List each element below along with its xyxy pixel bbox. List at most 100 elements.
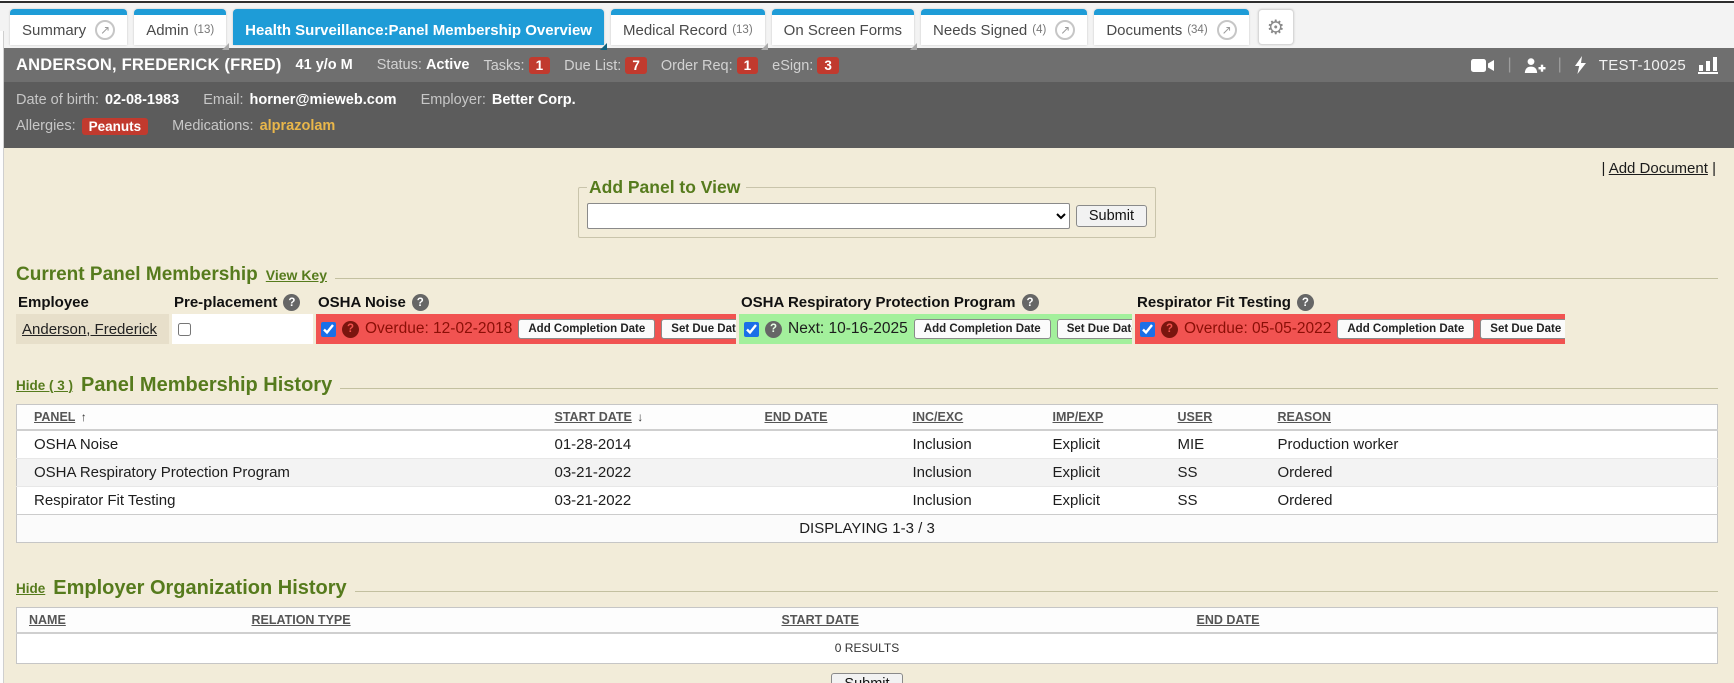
- tab-needs-signed[interactable]: Needs Signed (4) ↗: [921, 9, 1087, 45]
- help-icon[interactable]: ?: [283, 294, 300, 311]
- email-value: horner@mieweb.com: [249, 92, 396, 108]
- divider: |: [1558, 56, 1562, 74]
- patient-info-panel: Date of birth: 02-08-1983 Email: horner@…: [0, 82, 1734, 148]
- table-header-row: PANEL ↑ START DATE ↓ END DATE INC/EXC IM…: [17, 405, 1718, 431]
- tasks-group: Tasks: 1: [483, 57, 550, 74]
- column-header-name: NAME: [17, 608, 244, 634]
- employer-history-table: NAME RELATION TYPE START DATE END DATE 0…: [16, 607, 1718, 664]
- table-row[interactable]: Respirator Fit Testing 03-21-2022 Inclus…: [17, 487, 1718, 515]
- overdue-help-icon[interactable]: ?: [1161, 321, 1178, 338]
- settings-gear-icon[interactable]: ⚙: [1258, 9, 1294, 45]
- tab-count: (4): [1032, 24, 1046, 36]
- add-document-link[interactable]: Add Document: [1609, 160, 1708, 177]
- patient-age-sex: 41 y/o M: [296, 57, 353, 73]
- allergy-badge[interactable]: Peanuts: [82, 118, 149, 135]
- column-header-reason: REASON: [1270, 405, 1718, 431]
- osha-rpp-status-cell: ? Next: 10-16-2025 Add Completion Date S…: [739, 314, 1132, 344]
- tab-label: Medical Record: [623, 22, 727, 39]
- divider-line: [335, 278, 1718, 279]
- set-due-date-button[interactable]: Set Due Date: [661, 319, 736, 339]
- results-count: 0 RESULTS: [17, 633, 1718, 663]
- popout-icon[interactable]: ↗: [1055, 20, 1075, 40]
- employee-link[interactable]: Anderson, Frederick: [22, 321, 157, 338]
- add-panel-legend: Add Panel to View: [587, 177, 746, 198]
- lightning-icon[interactable]: [1574, 56, 1587, 74]
- add-panel-submit-button[interactable]: Submit: [1076, 205, 1147, 227]
- employer-history-heading: Hide Employer Organization History: [16, 577, 1718, 600]
- video-camera-icon[interactable]: [1471, 58, 1495, 73]
- status-group: Status: Active: [377, 57, 470, 73]
- tab-on-screen-forms[interactable]: On Screen Forms: [772, 9, 914, 45]
- osha-noise-checkbox[interactable]: [321, 322, 336, 337]
- help-icon[interactable]: ?: [1297, 294, 1314, 311]
- hide-employer-history-link[interactable]: Hide: [16, 581, 45, 596]
- tab-admin[interactable]: Admin (13): [134, 9, 226, 45]
- dob-group: Date of birth: 02-08-1983: [16, 92, 179, 108]
- order-req-count-badge[interactable]: 1: [737, 57, 759, 74]
- section-title: Current Panel Membership: [16, 264, 258, 286]
- order-req-group: Order Req: 1: [661, 57, 758, 74]
- tab-label: Health Surveillance:Panel Membership Ove…: [245, 22, 592, 39]
- tab-label: Documents: [1106, 22, 1182, 39]
- column-header-pre-placement: Pre-placement ?: [172, 290, 313, 314]
- patient-info-line-2: Allergies: Peanuts Medications: alprazol…: [16, 113, 1718, 139]
- add-completion-date-button[interactable]: Add Completion Date: [518, 319, 655, 339]
- column-header-user: USER: [1170, 405, 1270, 431]
- pre-placement-checkbox[interactable]: [178, 323, 191, 336]
- respirator-fit-checkbox[interactable]: [1140, 322, 1155, 337]
- divider-line: [355, 591, 1718, 592]
- empty-results-row: 0 RESULTS: [17, 633, 1718, 663]
- left-gutter: [0, 31, 4, 683]
- set-due-date-button[interactable]: Set Due Date: [1480, 319, 1565, 339]
- overdue-help-icon[interactable]: ?: [342, 321, 359, 338]
- osha-noise-status-cell: ? Overdue: 12-02-2018 Add Completion Dat…: [316, 314, 736, 344]
- column-header-inc-exc: INC/EXC: [905, 405, 1045, 431]
- panel-history-table: PANEL ↑ START DATE ↓ END DATE INC/EXC IM…: [16, 404, 1718, 543]
- table-row[interactable]: OSHA Respiratory Protection Program 03-2…: [17, 459, 1718, 487]
- table-row[interactable]: OSHA Noise 01-28-2014 Inclusion Explicit…: [17, 430, 1718, 459]
- view-key-link[interactable]: View Key: [266, 267, 327, 283]
- help-icon[interactable]: ?: [1022, 294, 1039, 311]
- sort-desc-icon[interactable]: ↓: [637, 410, 643, 424]
- next-help-icon[interactable]: ?: [765, 321, 782, 338]
- divider: |: [1507, 56, 1511, 74]
- tab-summary[interactable]: Summary ↗: [10, 9, 127, 45]
- column-header-panel: PANEL ↑: [17, 405, 547, 431]
- hide-panel-history-link[interactable]: Hide ( 3 ): [16, 378, 73, 393]
- column-header-osha-rpp: OSHA Respiratory Protection Program ?: [739, 290, 1132, 314]
- tab-documents[interactable]: Documents (34) ↗: [1094, 9, 1248, 45]
- dob-value: 02-08-1983: [105, 92, 179, 108]
- bar-chart-icon[interactable]: [1698, 57, 1718, 74]
- employer-value: Better Corp.: [492, 92, 576, 108]
- sort-asc-icon[interactable]: ↑: [81, 410, 87, 424]
- table-header-row: NAME RELATION TYPE START DATE END DATE: [17, 608, 1718, 634]
- add-completion-date-button[interactable]: Add Completion Date: [914, 319, 1051, 339]
- employer-group: Employer: Better Corp.: [421, 92, 576, 108]
- table-footer-row: DISPLAYING 1-3 / 3: [17, 515, 1718, 543]
- tab-health-surveillance[interactable]: Health Surveillance:Panel Membership Ove…: [233, 9, 604, 45]
- patient-name: ANDERSON, FREDERICK (FRED): [16, 56, 282, 75]
- help-icon[interactable]: ?: [412, 294, 429, 311]
- column-header-start-date: START DATE: [774, 608, 1189, 634]
- popout-icon[interactable]: ↗: [95, 20, 115, 40]
- column-header-start-date: START DATE ↓: [547, 405, 757, 431]
- panel-history-heading: Hide ( 3 ) Panel Membership History: [16, 374, 1718, 397]
- panel-select[interactable]: [587, 203, 1070, 229]
- due-list-count-badge[interactable]: 7: [625, 57, 647, 74]
- tab-medical-record[interactable]: Medical Record (13): [611, 9, 765, 45]
- submit-button[interactable]: Submit: [831, 673, 902, 683]
- column-header-relation-type: RELATION TYPE: [244, 608, 774, 634]
- osha-rpp-checkbox[interactable]: [744, 322, 759, 337]
- add-person-icon[interactable]: [1524, 57, 1546, 74]
- set-due-date-button[interactable]: Set Due Date: [1057, 319, 1132, 339]
- add-completion-date-button[interactable]: Add Completion Date: [1337, 319, 1474, 339]
- popout-icon[interactable]: ↗: [1217, 20, 1237, 40]
- form-submit-row: Submit: [0, 673, 1734, 683]
- esign-count-badge[interactable]: 3: [817, 57, 839, 74]
- column-header-end-date: END DATE: [757, 405, 905, 431]
- status-value: Active: [426, 57, 470, 73]
- status-text: Overdue: 05-05-2022: [1184, 320, 1331, 338]
- status-text: Next: 10-16-2025: [788, 320, 908, 338]
- esign-group: eSign: 3: [772, 57, 839, 74]
- tasks-count-badge[interactable]: 1: [529, 57, 551, 74]
